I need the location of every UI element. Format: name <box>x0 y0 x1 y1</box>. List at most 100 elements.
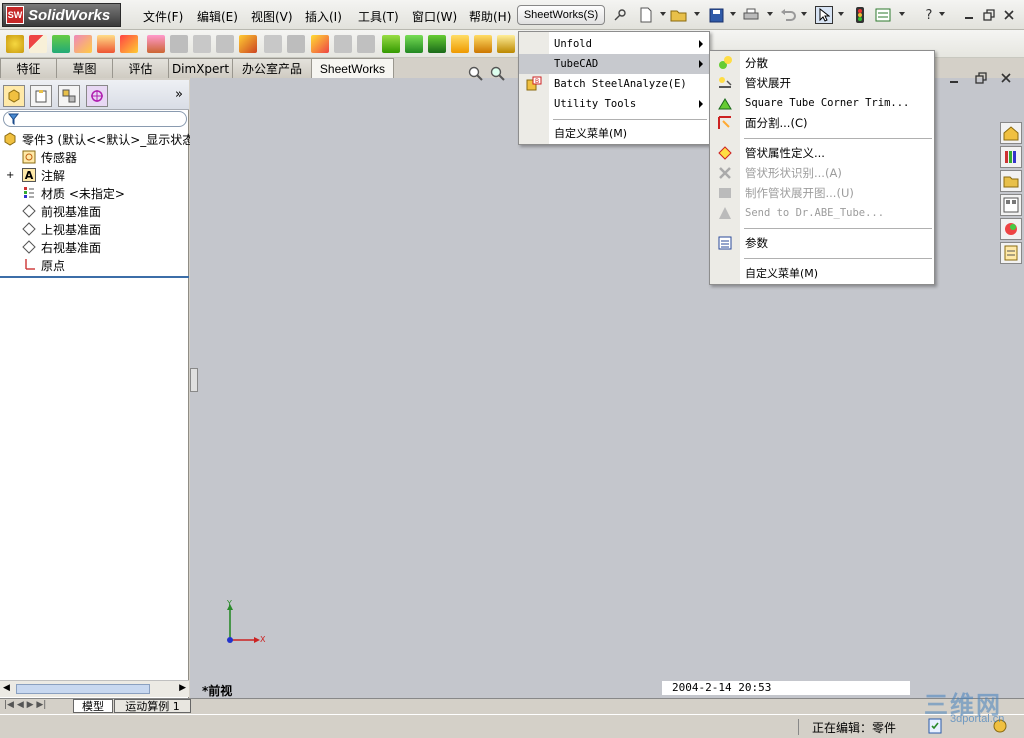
menu-item-tube-property-define[interactable]: 管状属性定义... <box>710 143 934 163</box>
sheetworks-tool-5-icon[interactable] <box>97 35 115 53</box>
sheetworks-tool-20-icon[interactable] <box>451 35 469 53</box>
minimize-icon[interactable] <box>960 6 978 24</box>
sheetworks-tool-13-icon[interactable] <box>287 35 305 53</box>
sheetworks-tool-4-icon[interactable] <box>74 35 92 53</box>
save-dropdown-icon[interactable] <box>730 12 736 16</box>
options-dropdown-icon[interactable] <box>899 12 905 16</box>
sheetworks-tool-21-icon[interactable] <box>474 35 492 53</box>
menu-item-tube-unfold[interactable]: 管状展开 <box>710 73 934 93</box>
scroll-thumb[interactable] <box>16 684 150 694</box>
menu-insert[interactable]: 插入(I) <box>305 8 342 25</box>
new-dropdown-icon[interactable] <box>660 12 666 16</box>
sheetworks-tool-22-icon[interactable] <box>497 35 515 53</box>
sheetworks-tool-19-icon[interactable] <box>428 35 446 53</box>
menu-item-utility-tools[interactable]: Utility Tools <box>519 94 709 114</box>
sheetworks-tool-15-icon[interactable] <box>334 35 352 53</box>
tab-model[interactable]: 模型 <box>73 699 113 713</box>
taskpane-appearances-icon[interactable] <box>1000 218 1022 240</box>
menu-item-make-tube-unfold-drawing[interactable]: 制作管状展开图...(U) <box>710 183 934 203</box>
menu-edit[interactable]: 编辑(E) <box>197 8 238 25</box>
sheetworks-tool-7-icon[interactable] <box>147 35 165 53</box>
menu-item-face-split[interactable]: 面分割...(C) <box>710 113 934 133</box>
tree-item-origin[interactable]: 原点 <box>0 256 189 274</box>
panel-collapse-handle[interactable] <box>190 368 198 392</box>
tab-motion-study[interactable]: 运动算例 1 <box>114 699 191 713</box>
tree-item-material[interactable]: 材质 <未指定> <box>0 184 189 202</box>
menu-item-tube-shape-recognize[interactable]: 管状形状识别...(A) <box>710 163 934 183</box>
zoom-area-icon[interactable] <box>490 66 506 82</box>
tree-root-part[interactable]: 零件3 (默认<<默认>_显示状态 <box>0 130 194 148</box>
tab-sheetworks[interactable]: SheetWorks <box>311 58 394 79</box>
undo-icon[interactable] <box>779 6 797 24</box>
tree-item-front-plane[interactable]: 前视基准面 <box>0 202 189 220</box>
menu-item-square-tube-corner-trim[interactable]: Square Tube Corner Trim... <box>710 93 934 113</box>
menu-item-unfold[interactable]: Unfold <box>519 34 709 54</box>
tree-item-right-plane[interactable]: 右视基准面 <box>0 238 189 256</box>
viewport-minimize-icon[interactable] <box>948 72 962 84</box>
expand-plus-icon[interactable]: + <box>6 170 16 181</box>
menu-item-batch-steelanalyze[interactable]: B Batch SteelAnalyze(E) <box>519 74 709 94</box>
scroll-right-icon[interactable]: ▶ <box>179 683 186 693</box>
sheetworks-tool-2-icon[interactable] <box>29 35 47 53</box>
sheetworks-tool-12-icon[interactable] <box>264 35 282 53</box>
tab-dimxpert[interactable]: DimXpert <box>168 58 233 78</box>
sheetworks-tool-16-icon[interactable] <box>357 35 375 53</box>
configuration-manager-tab-icon[interactable] <box>58 85 80 107</box>
menu-file[interactable]: 文件(F) <box>143 8 183 25</box>
menu-help[interactable]: 帮助(H) <box>469 8 511 25</box>
print-icon[interactable] <box>742 6 760 24</box>
sheetworks-tool-9-icon[interactable] <box>193 35 211 53</box>
sheetworks-menu-button[interactable]: SheetWorks(S) <box>517 5 605 25</box>
tab-office-products[interactable]: 办公室产品 <box>232 58 312 78</box>
save-icon[interactable] <box>707 6 725 24</box>
sheetworks-tool-6-icon[interactable] <box>120 35 138 53</box>
tree-item-annotations[interactable]: + A 注解 <box>0 166 189 184</box>
tab-nav-arrows-icon[interactable]: |◀ ◀ ▶ ▶| <box>4 700 46 710</box>
viewport-close-icon[interactable] <box>1000 72 1014 84</box>
tab-features[interactable]: 特征 <box>0 58 57 78</box>
tab-evaluate[interactable]: 评估 <box>112 58 169 78</box>
help-icon[interactable]: ? <box>920 6 938 24</box>
pushpin-icon[interactable] <box>611 6 629 24</box>
menu-item-customize-menu[interactable]: 自定义菜单(M) <box>519 123 709 143</box>
menu-window[interactable]: 窗口(W) <box>412 8 457 25</box>
taskpane-view-palette-icon[interactable] <box>1000 194 1022 216</box>
viewport-restore-icon[interactable] <box>975 72 989 84</box>
taskpane-home-icon[interactable] <box>1000 122 1022 144</box>
undo-dropdown-icon[interactable] <box>801 12 807 16</box>
tree-item-sensors[interactable]: 传感器 <box>0 148 189 166</box>
tree-item-top-plane[interactable]: 上视基准面 <box>0 220 189 238</box>
menu-view[interactable]: 视图(V) <box>251 8 293 25</box>
sheetworks-tool-18-icon[interactable] <box>405 35 423 53</box>
close-icon[interactable] <box>1000 6 1018 24</box>
menu-item-tubecad[interactable]: TubeCAD <box>519 54 709 74</box>
taskpane-custom-properties-icon[interactable] <box>1000 242 1022 264</box>
print-dropdown-icon[interactable] <box>767 12 773 16</box>
taskpane-design-library-icon[interactable] <box>1000 146 1022 168</box>
select-dropdown-icon[interactable] <box>838 12 844 16</box>
tab-sketch[interactable]: 草图 <box>56 58 113 78</box>
open-dropdown-icon[interactable] <box>694 12 700 16</box>
help-dropdown-icon[interactable] <box>939 12 945 16</box>
sheetworks-tool-1-icon[interactable] <box>6 35 24 53</box>
open-folder-icon[interactable] <box>670 6 688 24</box>
menu-item-parameters[interactable]: 参数 <box>710 233 934 253</box>
panel-expand-chevron-icon[interactable]: » <box>175 87 183 102</box>
scroll-left-icon[interactable]: ◀ <box>3 683 10 693</box>
sheetworks-tool-8-icon[interactable] <box>170 35 188 53</box>
menu-item-disperse[interactable]: 分散 <box>710 53 934 73</box>
menu-item-customize-menu[interactable]: 自定义菜单(M) <box>710 263 934 283</box>
menu-tools[interactable]: 工具(T) <box>358 8 399 25</box>
dimxpert-manager-tab-icon[interactable] <box>86 85 108 107</box>
sheetworks-tool-3-icon[interactable] <box>52 35 70 53</box>
new-document-icon[interactable] <box>637 6 655 24</box>
rebuild-status-icon[interactable] <box>928 718 942 734</box>
horizontal-scrollbar[interactable]: ◀ ▶ <box>0 680 189 697</box>
restore-icon[interactable] <box>980 6 998 24</box>
feature-manager-tab-icon[interactable] <box>3 85 25 107</box>
solidworks-logo[interactable]: SW SolidWorks <box>2 3 121 27</box>
options-icon[interactable] <box>874 6 892 24</box>
feature-filter-input[interactable] <box>3 111 187 127</box>
select-arrow-icon[interactable] <box>815 6 833 24</box>
rebuild-traffic-light-icon[interactable] <box>851 6 869 24</box>
